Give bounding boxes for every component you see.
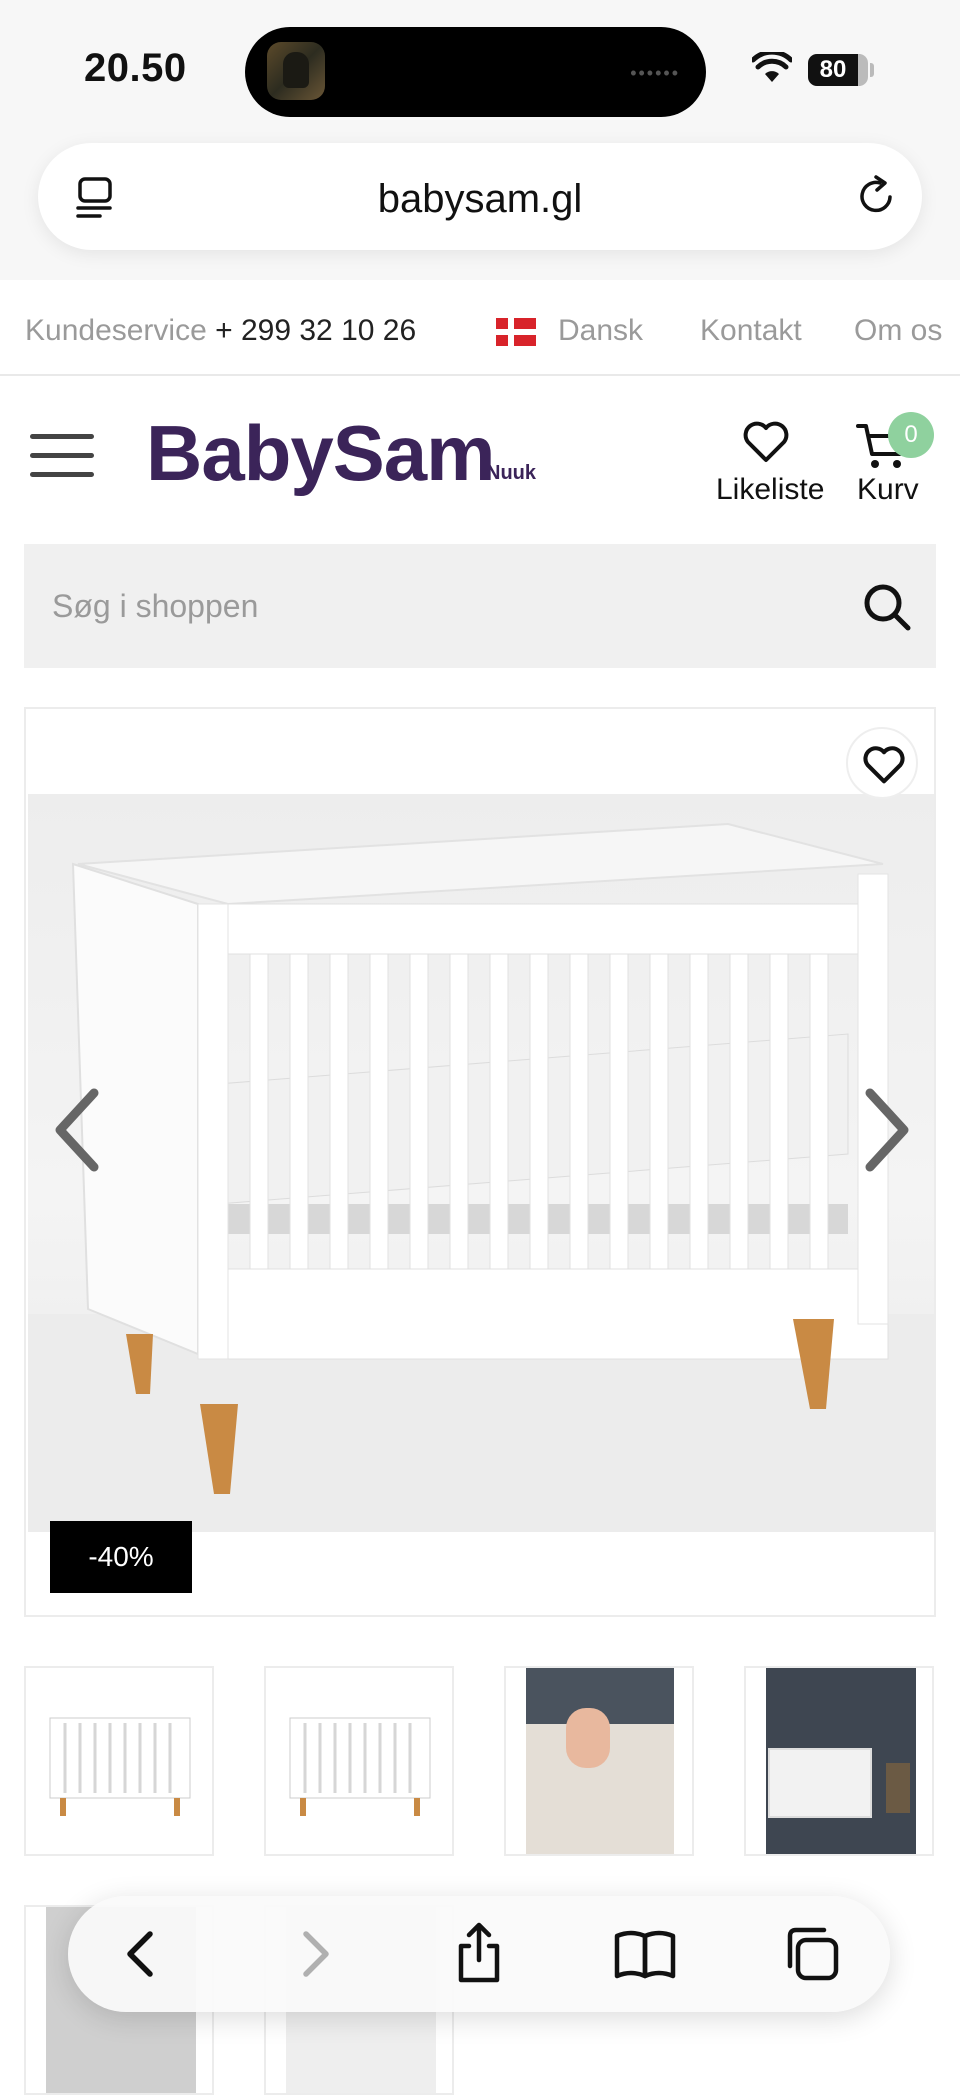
battery-indicator: 80 [808,54,868,86]
discount-badge: -40% [50,1521,192,1593]
heart-icon[interactable] [742,420,790,464]
browser-toolbar [68,1896,890,2012]
menu-icon[interactable] [30,434,94,478]
wishlist-label[interactable]: Likeliste [716,473,824,507]
logo-location: Nuuk [486,462,536,484]
chevron-left-icon[interactable] [50,1087,104,1173]
add-to-wishlist-button[interactable] [846,727,918,799]
search-bar[interactable]: Søg i shoppen [24,544,936,668]
address-bar[interactable]: babysam.gl [38,143,922,250]
heart-icon [863,746,905,784]
top-info-bar: Kundeservice + 299 32 10 26 Dansk Kontak… [0,280,960,376]
contact-link[interactable]: Kontakt [700,314,802,348]
share-icon[interactable] [445,1920,513,1988]
reload-icon[interactable] [854,173,900,219]
battery-nub [870,63,874,77]
crib-in-room [768,1748,872,1818]
back-icon[interactable] [108,1920,176,1988]
status-bar: 20.50 •••••• 80 [0,0,960,130]
product-gallery: -40% [24,707,936,1617]
thumbnail-3[interactable] [504,1666,694,1856]
search-icon[interactable] [862,582,912,632]
browser-chrome: babysam.gl [0,130,960,280]
search-input[interactable]: Søg i shoppen [52,588,258,625]
cart-label[interactable]: Kurv [857,473,919,507]
customer-service[interactable]: Kundeservice + 299 32 10 26 [25,314,416,348]
status-time: 20.50 [84,46,187,90]
danish-flag-icon[interactable] [496,318,536,346]
customer-service-label: Kundeservice [25,314,207,347]
thumbnail-1[interactable] [24,1666,214,1856]
crib-illustration [28,822,934,1532]
wifi-icon [752,52,792,82]
child-figure [566,1708,610,1768]
bookmarks-icon[interactable] [611,1920,679,1988]
about-link[interactable]: Om os [854,314,942,348]
language-selector[interactable]: Dansk [558,314,643,348]
product-image[interactable] [28,794,934,1532]
side-table [886,1763,910,1813]
cart-count-badge: 0 [888,412,934,458]
chevron-right-icon[interactable] [860,1087,914,1173]
url-text[interactable]: babysam.gl [38,177,922,222]
now-playing-artwork [267,42,325,100]
crib-thumbnail-image [289,1717,431,1816]
audio-waveform-icon: •••••• [630,63,680,83]
tabs-icon[interactable] [778,1920,846,1988]
site-logo[interactable]: BabySam [146,408,495,499]
customer-service-phone[interactable]: + 299 32 10 26 [215,314,416,347]
forward-icon[interactable] [280,1920,348,1988]
thumbnail-2[interactable] [264,1666,454,1856]
thumbnail-4[interactable] [744,1666,934,1856]
crib-thumbnail-image [49,1717,191,1816]
dynamic-island[interactable]: •••••• [245,27,706,117]
